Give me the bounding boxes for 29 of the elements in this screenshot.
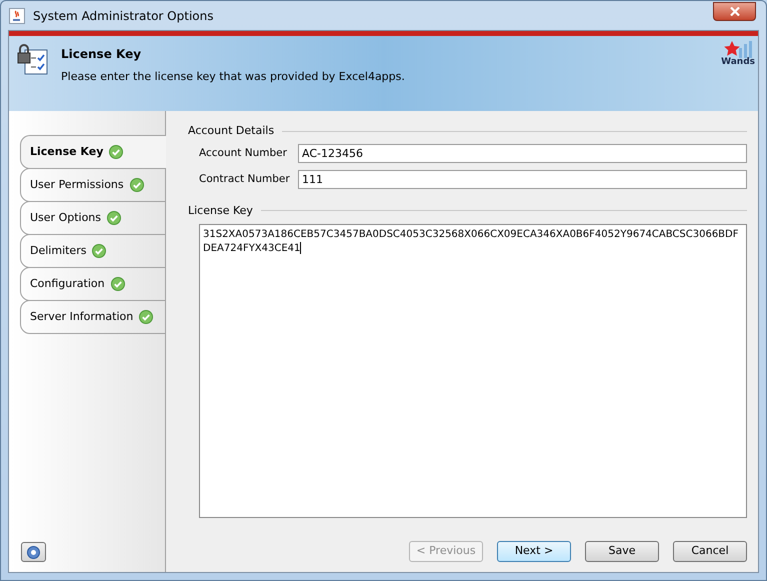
dialog-button[interactable]: Save [585,541,659,562]
field-label: Account Number [199,146,288,160]
check-icon [107,211,122,225]
nav-tab[interactable]: Server Information [20,300,166,334]
close-icon [730,7,740,16]
window-title: System Administrator Options [33,8,214,24]
java-cup-icon [9,8,25,24]
input-field[interactable]: 111 [298,170,747,188]
header-description: Please enter the license key that was provided by Excel4apps. [61,69,405,85]
check-icon [92,244,106,258]
section-legend: Account Details [188,123,274,140]
license-key-textarea[interactable]: 31S2XA0573A186CEB57C3457BA0DSC4053C32568X066CX09ECA346XA0B6F4052Y9674CABCSC3066BDFDEA724FYX43CE41 [199,224,747,518]
check-icon [130,178,144,192]
dialog-button[interactable]: Next > [497,541,571,562]
close-button[interactable] [713,2,756,21]
help-icon [27,546,40,558]
dialog-button[interactable]: Cancel [673,541,747,562]
logo-text: Wands [721,58,755,67]
help-button[interactable] [21,542,46,562]
header-title: License Key [61,46,142,63]
check-icon [110,277,125,291]
check-icon [139,310,154,324]
section-legend: License Key [188,202,253,219]
checklist-lock-icon [17,44,49,76]
check-icon [109,145,124,159]
nav-tab[interactable]: License Key [20,135,166,169]
field-label: Contract Number [199,172,291,186]
input-field[interactable]: AC-123456 [298,144,747,162]
star-bars-logo-icon [723,40,754,58]
